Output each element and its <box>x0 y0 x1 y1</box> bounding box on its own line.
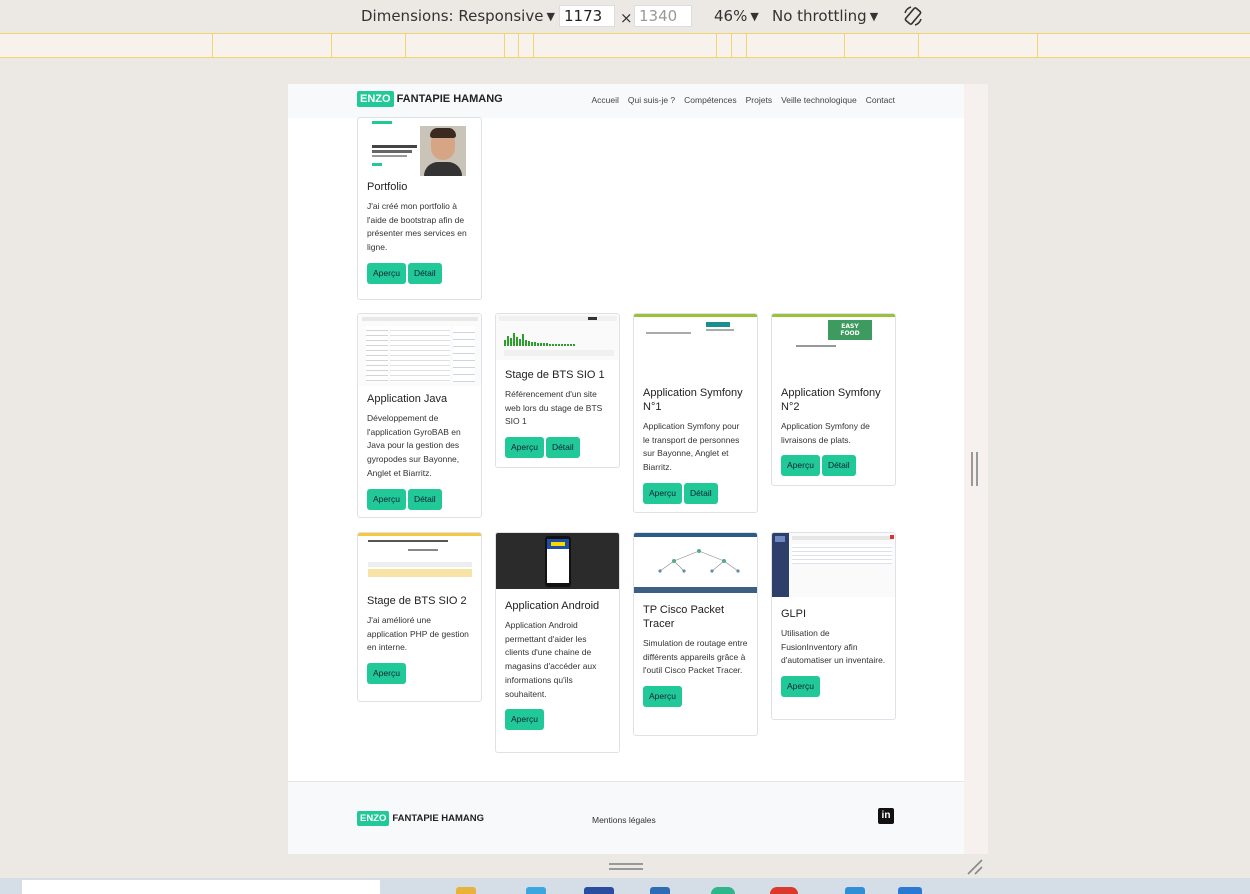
card-description: Utilisation de FusionInventory afin d'au… <box>781 628 886 666</box>
navbar-brand[interactable]: ENZO FANTAPIE HAMANG <box>357 91 503 107</box>
footer: ENZO FANTAPIE HAMANG Mentions légales in <box>288 781 964 854</box>
resize-corner-icon[interactable] <box>966 858 984 876</box>
apercu-button[interactable]: Aperçu <box>781 676 820 698</box>
nav-links: Accueil Qui suis-je ? Compétences Projet… <box>592 95 896 105</box>
apercu-button[interactable]: Aperçu <box>367 488 406 510</box>
app-icon[interactable] <box>845 887 865 894</box>
project-card: Stage de BTS SIO 1 Référencement d'un si… <box>495 313 620 468</box>
detail-button[interactable]: Détail <box>545 437 580 459</box>
apercu-button[interactable]: Aperçu <box>367 663 406 685</box>
footer-brand[interactable]: ENZO FANTAPIE HAMANG <box>357 811 484 826</box>
apercu-button[interactable]: Aperçu <box>505 709 544 731</box>
nav-link-projets[interactable]: Projets <box>746 95 772 105</box>
chevron-down-icon: ▼ <box>546 9 555 23</box>
device-viewport: ENZO FANTAPIE HAMANG Accueil Qui suis-je… <box>288 84 988 854</box>
zoom-dropdown[interactable]: 46% ▼ <box>714 7 759 25</box>
detail-button[interactable]: Détail <box>407 262 442 284</box>
devtools-toolbar: Dimensions: Responsive ▼ 1173 × 1340 46%… <box>0 0 1250 33</box>
card-description: Simulation de routage entre différents a… <box>643 638 748 676</box>
apercu-button[interactable]: Aperçu <box>643 482 682 504</box>
linkedin-icon[interactable]: in <box>878 808 894 824</box>
nav-link-contact[interactable]: Contact <box>866 95 895 105</box>
project-card: Application Android Application Android … <box>495 532 620 753</box>
app-icon[interactable] <box>898 887 922 894</box>
width-input[interactable]: 1173 <box>559 5 615 27</box>
mentions-legales-link[interactable]: Mentions légales <box>592 815 656 825</box>
card-image <box>634 533 757 593</box>
nav-link-qui-suis-je[interactable]: Qui suis-je ? <box>628 95 675 105</box>
zoom-label: 46% <box>714 7 748 25</box>
project-card: GLPI Utilisation de FusionInventory afin… <box>771 532 896 720</box>
brand-name: FANTAPIE HAMANG <box>396 93 503 105</box>
card-image <box>358 314 481 386</box>
navbar: ENZO FANTAPIE HAMANG Accueil Qui suis-je… <box>288 84 964 118</box>
chrome-icon[interactable] <box>770 887 798 894</box>
brand-badge: ENZO <box>357 91 394 107</box>
card-title: GLPI <box>781 608 807 620</box>
app-icon[interactable] <box>526 887 546 894</box>
detail-button[interactable]: Détail <box>683 482 718 504</box>
taskbar-search[interactable] <box>22 880 380 894</box>
throttling-label: No throttling <box>772 7 867 25</box>
chevron-down-icon: ▼ <box>750 9 759 23</box>
card-title: Application Symfony N°1 <box>643 387 743 413</box>
apercu-button[interactable]: Aperçu <box>505 437 544 459</box>
app-icon[interactable] <box>584 887 614 894</box>
card-title: Portfolio <box>367 181 408 193</box>
card-description: J'ai créé mon portfolio à l'aide de boot… <box>367 201 467 253</box>
brand-name: FANTAPIE HAMANG <box>392 813 485 824</box>
card-description: Application Android permettant d'aider l… <box>505 620 597 699</box>
app-icon[interactable] <box>711 887 735 894</box>
detail-button[interactable]: Détail <box>407 488 442 510</box>
portfolio-page: ENZO FANTAPIE HAMANG Accueil Qui suis-je… <box>288 84 964 854</box>
card-image <box>358 533 481 581</box>
chevron-down-icon: ▼ <box>869 9 879 23</box>
nav-link-veille[interactable]: Veille technologique <box>781 95 857 105</box>
detail-button[interactable]: Détail <box>821 455 856 477</box>
card-description: J'ai amélioré une application PHP de ges… <box>367 615 469 653</box>
card-image: EASY FOOD <box>772 314 895 376</box>
project-card: Application Symfony N°1 Application Symf… <box>633 313 758 513</box>
nav-link-accueil[interactable]: Accueil <box>592 95 619 105</box>
card-description: Application Symfony de livraisons de pla… <box>781 421 870 445</box>
apercu-button[interactable]: Aperçu <box>643 686 682 708</box>
project-card: TP Cisco Packet Tracer Simulation de rou… <box>633 532 758 736</box>
card-title: Application Symfony N°2 <box>781 387 881 413</box>
times-sign: × <box>620 9 633 27</box>
brand-badge: ENZO <box>357 811 390 826</box>
dimensions-label: Dimensions: Responsive <box>361 7 544 25</box>
project-card: Application Java Développement de l'appl… <box>357 313 482 518</box>
apercu-button[interactable]: Aperçu <box>781 455 820 477</box>
card-title: Application Android <box>505 600 600 612</box>
card-image <box>634 314 757 376</box>
app-icon[interactable] <box>650 887 670 894</box>
project-card: Portfolio J'ai créé mon portfolio à l'ai… <box>357 117 482 300</box>
card-title: TP Cisco Packet Tracer <box>643 604 725 630</box>
apercu-button[interactable]: Aperçu <box>367 262 406 284</box>
card-image <box>496 533 619 589</box>
throttling-dropdown[interactable]: No throttling ▼ <box>772 7 878 25</box>
project-card: EASY FOOD Application Symfony N°2 Applica… <box>771 313 896 486</box>
folder-icon[interactable] <box>456 887 476 894</box>
card-description: Développement de l'application GyroBAB e… <box>367 413 461 478</box>
card-description: Référencement d'un site web lors du stag… <box>505 389 603 427</box>
card-title: Application Java <box>367 393 448 405</box>
dimensions-dropdown[interactable]: Dimensions: Responsive ▼ <box>361 7 555 25</box>
card-title: Stage de BTS SIO 2 <box>367 595 467 607</box>
project-card: Stage de BTS SIO 2 J'ai amélioré une app… <box>357 532 482 702</box>
height-input[interactable]: 1340 <box>634 5 692 27</box>
card-image <box>496 314 619 360</box>
media-query-ruler[interactable] <box>0 33 1250 58</box>
rotate-icon[interactable] <box>902 5 924 27</box>
card-image <box>358 118 481 180</box>
resize-handle-bottom[interactable] <box>609 863 643 871</box>
card-title: Stage de BTS SIO 1 <box>505 369 605 381</box>
taskbar <box>0 878 1250 894</box>
resize-handle-right[interactable] <box>970 452 980 486</box>
nav-link-competences[interactable]: Compétences <box>684 95 736 105</box>
card-image <box>772 533 895 597</box>
card-description: Application Symfony pour le transport de… <box>643 421 740 473</box>
